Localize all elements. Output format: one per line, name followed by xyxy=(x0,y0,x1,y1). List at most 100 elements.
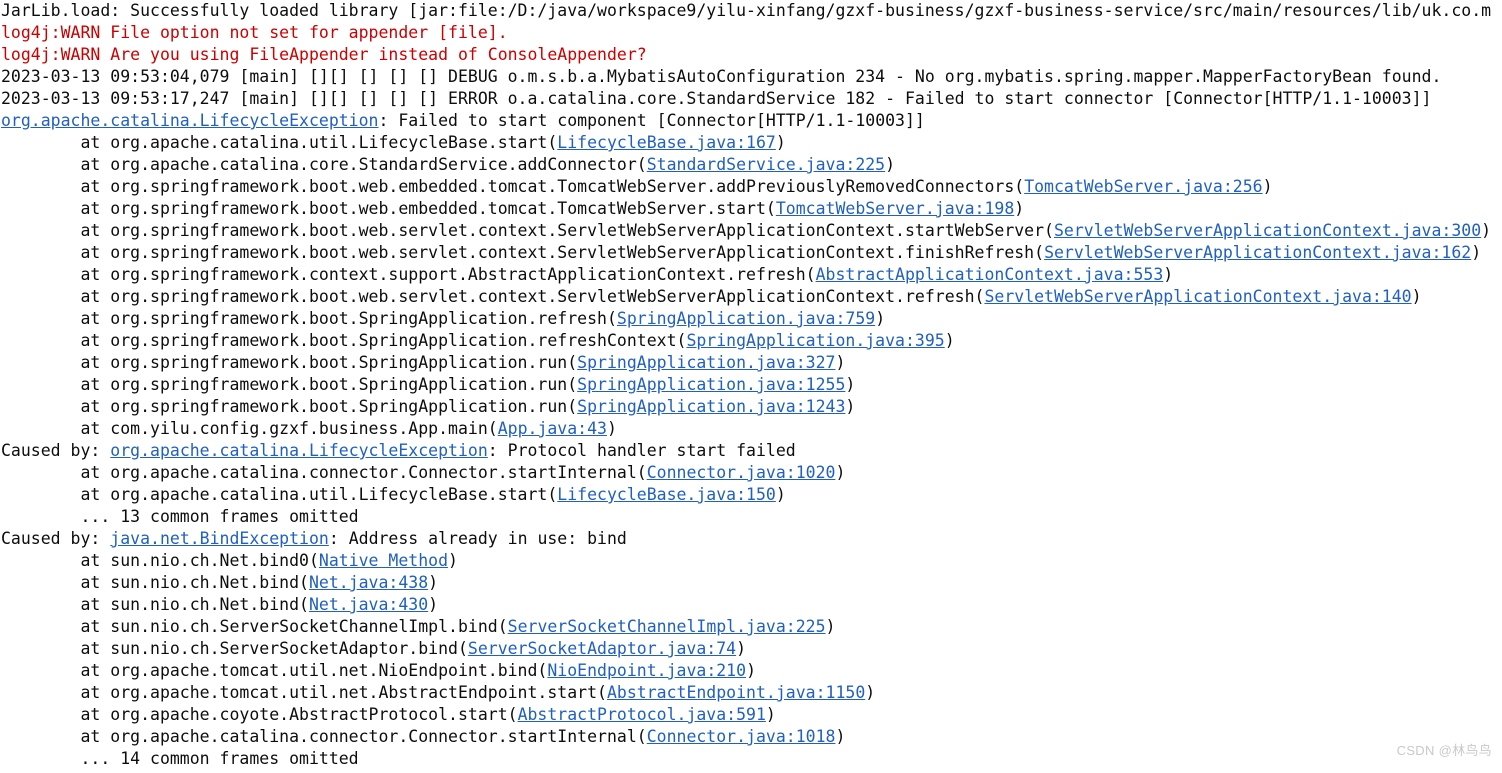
log-text: at org.springframework.boot.SpringApplic… xyxy=(1,375,578,394)
log-line: at sun.nio.ch.ServerSocketAdaptor.bind(S… xyxy=(0,638,1502,660)
log-text: ) xyxy=(1471,243,1482,262)
log-text: at com.yilu.config.gzxf.business.App.mai… xyxy=(1,419,498,438)
log-text: at org.springframework.boot.web.servlet.… xyxy=(1,221,1054,240)
log-text: ) xyxy=(1163,265,1174,284)
log-line: Caused by: org.apache.catalina.Lifecycle… xyxy=(0,440,1502,462)
stack-frame-source-link[interactable]: AbstractEndpoint.java:1150 xyxy=(607,683,865,702)
stack-frame-source-link[interactable]: ServletWebServerApplicationContext.java:… xyxy=(1044,243,1471,262)
log-line: at org.springframework.boot.web.servlet.… xyxy=(0,242,1502,264)
log-line: ... 14 common frames omitted xyxy=(0,748,1502,770)
log-text: Caused by: xyxy=(1,529,111,548)
log-text: at org.springframework.boot.web.embedded… xyxy=(1,177,1025,196)
console-output-pane[interactable]: JarLib.load: Successfully loaded library… xyxy=(0,0,1502,773)
stack-frame-source-link[interactable]: TomcatWebServer.java:198 xyxy=(776,199,1014,218)
log-text: at org.apache.tomcat.util.net.NioEndpoin… xyxy=(1,661,548,680)
log-line: at org.springframework.boot.web.embedded… xyxy=(0,176,1502,198)
log-line: at org.springframework.boot.web.servlet.… xyxy=(0,220,1502,242)
log-text: 2023-03-13 09:53:04,079 [main] [][] [] [… xyxy=(1,67,1442,86)
log-line: at org.springframework.boot.web.embedded… xyxy=(0,198,1502,220)
log-text: ) xyxy=(1411,287,1422,306)
log-text: log4j:WARN Are you using FileAppender in… xyxy=(1,45,647,64)
log-line: 2023-03-13 09:53:17,247 [main] [][] [] [… xyxy=(0,88,1502,110)
log-text: : Address already in use: bind xyxy=(328,529,627,548)
stack-frame-source-link[interactable]: TomcatWebServer.java:256 xyxy=(1024,177,1262,196)
log-line: at org.apache.catalina.connector.Connect… xyxy=(0,462,1502,484)
log-line: at com.yilu.config.gzxf.business.App.mai… xyxy=(0,418,1502,440)
log-text: log4j:WARN File option not set for appen… xyxy=(1,23,508,42)
log-text: ) xyxy=(825,617,836,636)
stack-frame-source-link[interactable]: AbstractApplicationContext.java:553 xyxy=(816,265,1164,284)
stack-frame-source-link[interactable]: SpringApplication.java:1243 xyxy=(577,397,845,416)
log-text: at org.apache.catalina.util.LifecycleBas… xyxy=(1,485,558,504)
stack-frame-source-link[interactable]: SpringApplication.java:759 xyxy=(617,309,875,328)
stack-frame-source-link[interactable]: StandardService.java:225 xyxy=(647,155,885,174)
log-line: at org.apache.tomcat.util.net.NioEndpoin… xyxy=(0,660,1502,682)
stack-frame-source-link[interactable]: Net.java:438 xyxy=(309,573,428,592)
stack-frame-source-link[interactable]: LifecycleBase.java:150 xyxy=(557,485,776,504)
stack-frame-source-link[interactable]: ServerSocketChannelImpl.java:225 xyxy=(508,617,826,636)
stack-frame-source-link[interactable]: SpringApplication.java:1255 xyxy=(577,375,845,394)
log-line: at org.apache.catalina.core.StandardServ… xyxy=(0,154,1502,176)
log-text: at org.springframework.boot.web.servlet.… xyxy=(1,243,1045,262)
log-text: ) xyxy=(835,463,846,482)
log-text: ... 13 common frames omitted xyxy=(1,507,359,526)
log-text: ) xyxy=(1014,199,1025,218)
exception-class-link[interactable]: java.net.BindException xyxy=(110,529,329,548)
log-text: ) xyxy=(428,595,439,614)
log-text: ) xyxy=(428,573,439,592)
stack-frame-source-link[interactable]: AbstractProtocol.java:591 xyxy=(518,705,766,724)
log-line: at sun.nio.ch.ServerSocketChannelImpl.bi… xyxy=(0,616,1502,638)
log-line: at org.springframework.boot.SpringApplic… xyxy=(0,330,1502,352)
log-text: at org.springframework.boot.SpringApplic… xyxy=(1,353,578,372)
log-text: ) xyxy=(448,551,458,570)
stack-frame-source-link[interactable]: Native Method xyxy=(319,551,448,570)
log-line-list: JarLib.load: Successfully loaded library… xyxy=(0,0,1502,770)
log-text: ) xyxy=(1481,221,1492,240)
log-line: Caused by: java.net.BindException: Addre… xyxy=(0,528,1502,550)
stack-frame-source-link[interactable]: ServerSocketAdaptor.java:74 xyxy=(468,639,736,658)
stack-frame-source-link[interactable]: ServletWebServerApplicationContext.java:… xyxy=(1054,221,1481,240)
log-line: at org.springframework.boot.SpringApplic… xyxy=(0,308,1502,330)
stack-frame-source-link[interactable]: NioEndpoint.java:210 xyxy=(547,661,746,680)
log-text: at org.apache.catalina.connector.Connect… xyxy=(1,463,647,482)
log-text: ) xyxy=(775,133,786,152)
exception-class-link[interactable]: org.apache.catalina.LifecycleException xyxy=(110,441,488,460)
log-text: : Protocol handler start failed xyxy=(487,441,796,460)
log-text: ) xyxy=(865,683,876,702)
stack-frame-source-link[interactable]: SpringApplication.java:395 xyxy=(686,331,944,350)
log-line: at org.springframework.context.support.A… xyxy=(0,264,1502,286)
log-text: ) xyxy=(835,353,846,372)
log-text: at org.springframework.boot.SpringApplic… xyxy=(1,397,578,416)
log-line: at org.apache.catalina.connector.Connect… xyxy=(0,726,1502,748)
log-line: at org.springframework.boot.web.servlet.… xyxy=(0,286,1502,308)
log-text: ) xyxy=(736,639,747,658)
stack-frame-source-link[interactable]: SpringApplication.java:327 xyxy=(577,353,835,372)
stack-frame-source-link[interactable]: Connector.java:1018 xyxy=(647,727,836,746)
log-line: JarLib.load: Successfully loaded library… xyxy=(0,0,1502,22)
log-text: at org.springframework.context.support.A… xyxy=(1,265,816,284)
log-text: ) xyxy=(606,419,617,438)
log-line: at org.apache.catalina.util.LifecycleBas… xyxy=(0,132,1502,154)
log-text: at org.apache.catalina.util.LifecycleBas… xyxy=(1,133,558,152)
log-text: at org.apache.catalina.core.StandardServ… xyxy=(1,155,647,174)
log-line: at org.apache.tomcat.util.net.AbstractEn… xyxy=(0,682,1502,704)
stack-frame-source-link[interactable]: LifecycleBase.java:167 xyxy=(557,133,776,152)
log-text: ) xyxy=(875,309,886,328)
log-text: 2023-03-13 09:53:17,247 [main] [][] [] [… xyxy=(1,89,1432,108)
stack-frame-source-link[interactable]: App.java:43 xyxy=(498,419,607,438)
log-line: at org.apache.coyote.AbstractProtocol.st… xyxy=(0,704,1502,726)
log-text: ) xyxy=(775,485,786,504)
log-line: at sun.nio.ch.Net.bind0(Native Method) xyxy=(0,550,1502,572)
stack-frame-source-link[interactable]: Net.java:430 xyxy=(309,595,428,614)
log-line: at sun.nio.ch.Net.bind(Net.java:438) xyxy=(0,572,1502,594)
stack-frame-source-link[interactable]: Connector.java:1020 xyxy=(647,463,836,482)
log-text: at org.springframework.boot.web.servlet.… xyxy=(1,287,985,306)
log-text: at org.springframework.boot.SpringApplic… xyxy=(1,309,617,328)
exception-class-link[interactable]: org.apache.catalina.LifecycleException xyxy=(1,111,379,130)
log-line: ... 13 common frames omitted xyxy=(0,506,1502,528)
log-text: at org.springframework.boot.web.embedded… xyxy=(1,199,776,218)
log-text: at sun.nio.ch.ServerSocketAdaptor.bind( xyxy=(1,639,468,658)
log-line: at org.apache.catalina.util.LifecycleBas… xyxy=(0,484,1502,506)
log-text: at org.apache.tomcat.util.net.AbstractEn… xyxy=(1,683,607,702)
stack-frame-source-link[interactable]: ServletWebServerApplicationContext.java:… xyxy=(984,287,1411,306)
